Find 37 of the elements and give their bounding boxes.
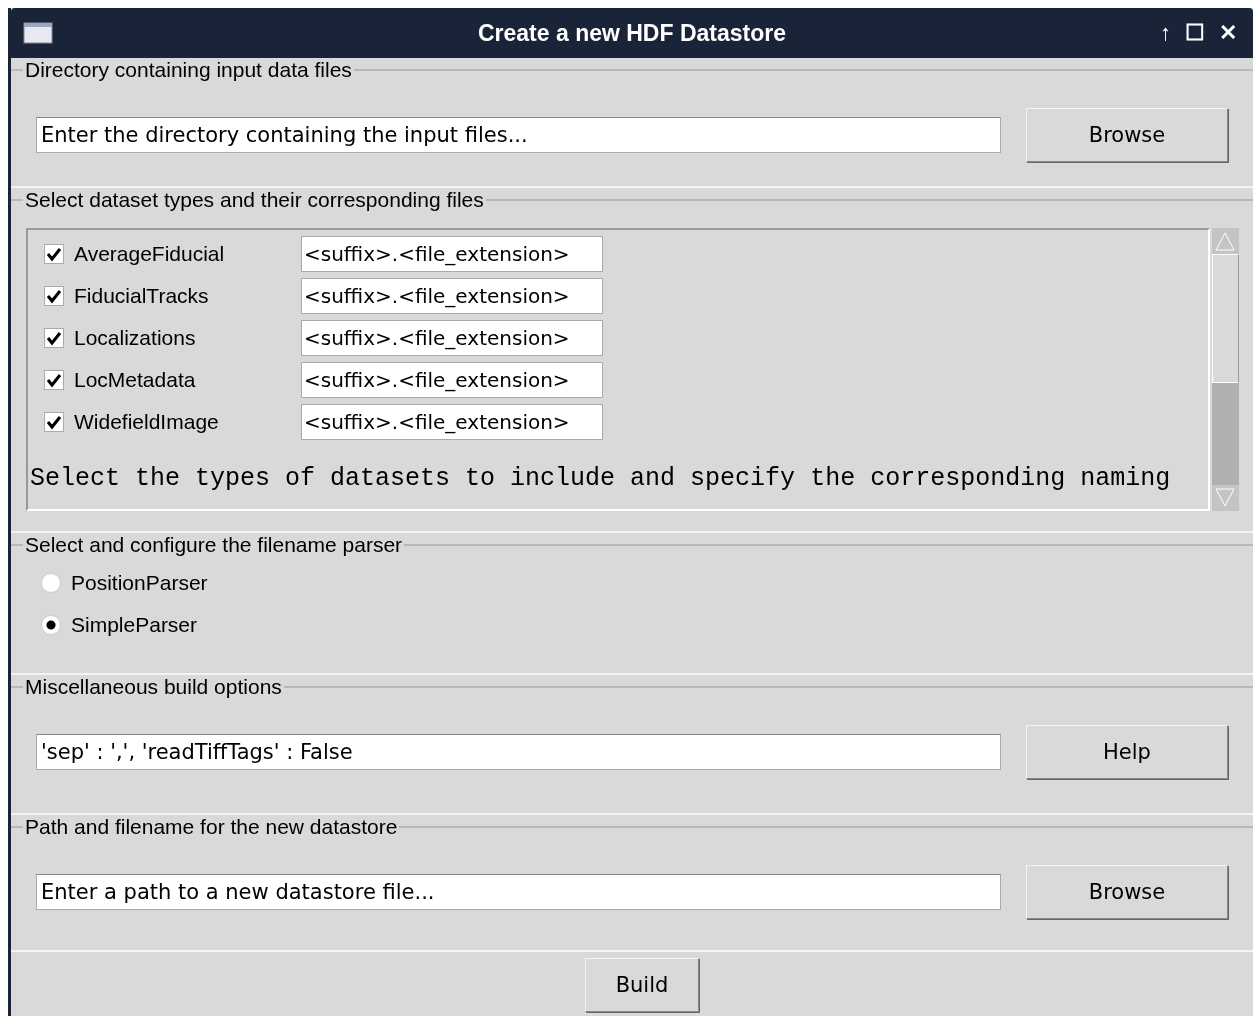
window-title: Create a new HDF Datastore	[478, 19, 786, 47]
close-icon[interactable]: ✕	[1219, 20, 1237, 46]
browse-button[interactable]: Browse	[1026, 865, 1228, 919]
checkbox[interactable]	[44, 328, 64, 348]
section-title: Select dataset types and their corresponding files	[24, 188, 485, 212]
section-title: Miscellaneous build options	[24, 675, 283, 699]
build-button[interactable]: Build	[585, 958, 699, 1012]
section-title: Directory containing input data files	[24, 58, 353, 82]
section-title: Path and filename for the new datastore	[24, 815, 399, 839]
dataset-label: LocMetadata	[73, 368, 197, 392]
parser-label: PositionParser	[71, 571, 208, 595]
checkbox[interactable]	[44, 286, 64, 306]
suffix-field[interactable]: <suffix>.<file_extension>	[301, 278, 603, 314]
maximize-icon[interactable]: ☐	[1185, 20, 1205, 46]
suffix-field[interactable]: <suffix>.<file_extension>	[301, 236, 603, 272]
help-button[interactable]: Help	[1026, 725, 1228, 779]
dataset-label: FiducialTracks	[73, 284, 210, 308]
suffix-field[interactable]: <suffix>.<file_extension>	[301, 320, 603, 356]
path-field[interactable]: Enter a path to a new datastore file...	[36, 874, 1001, 910]
section-title: Select and configure the filename parser	[24, 533, 404, 557]
help-text: Select the types of datasets to include and specify the corresponding naming	[29, 465, 1172, 493]
dataset-label: WidefieldImage	[73, 410, 220, 434]
checkbox[interactable]	[44, 244, 64, 264]
browse-button[interactable]: Browse	[1026, 108, 1228, 162]
window-icon	[23, 22, 53, 44]
parser-label: SimpleParser	[71, 613, 198, 637]
radio-button[interactable]	[41, 615, 61, 635]
directory-field[interactable]: Enter the directory containing the input files...	[36, 117, 1001, 153]
suffix-field[interactable]: <suffix>.<file_extension>	[301, 404, 603, 440]
radio-button[interactable]	[41, 573, 61, 593]
dataset-label: Localizations	[73, 326, 197, 350]
checkbox[interactable]	[44, 370, 64, 390]
checkbox[interactable]	[44, 412, 64, 432]
options-field[interactable]: 'sep' : ',', 'readTiffTags' : False	[36, 734, 1001, 770]
dataset-label: AverageFiducial	[73, 242, 226, 266]
suffix-field[interactable]: <suffix>.<file_extension>	[301, 362, 603, 398]
pin-icon[interactable]: ↑	[1160, 20, 1171, 46]
